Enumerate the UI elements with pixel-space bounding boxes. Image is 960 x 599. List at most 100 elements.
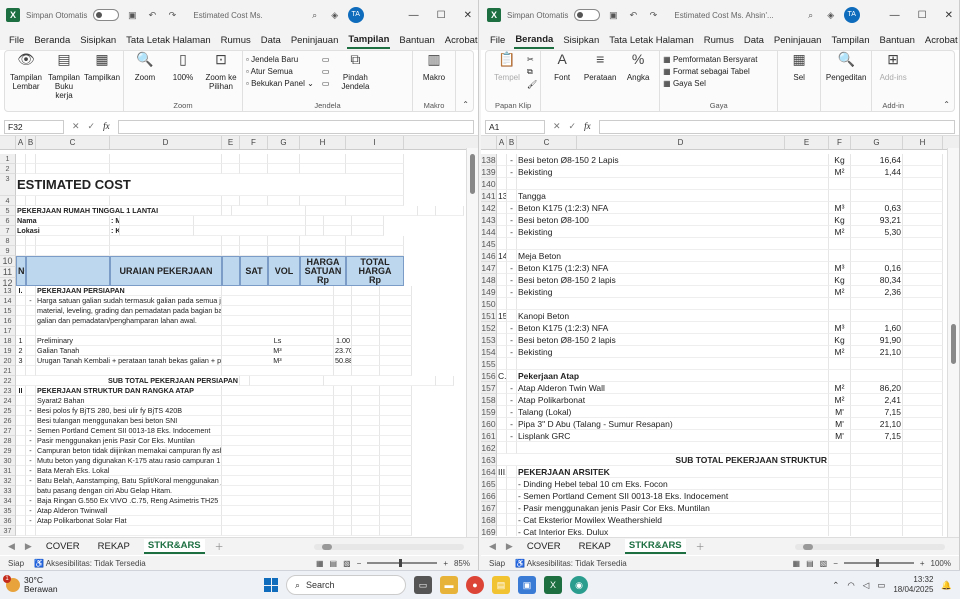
cell[interactable]: [26, 154, 36, 164]
cell[interactable]: [903, 454, 943, 466]
zoom-level[interactable]: 100%: [931, 559, 951, 568]
cell[interactable]: [903, 382, 943, 394]
cell[interactable]: Galian Tanah: [36, 346, 222, 356]
row-number[interactable]: 144: [481, 226, 497, 238]
freeze-panes-button[interactable]: ▫ Bekukan Panel ⌄: [246, 79, 314, 88]
cell[interactable]: [851, 478, 903, 490]
cell[interactable]: [352, 486, 380, 496]
cell[interactable]: [16, 476, 26, 486]
cell[interactable]: [507, 238, 517, 250]
zoom-in-icon[interactable]: +: [920, 559, 925, 568]
cell[interactable]: [268, 236, 300, 246]
cell[interactable]: [352, 396, 380, 406]
sheet-view-button[interactable]: 👁 Tampilan Lembar: [8, 52, 44, 109]
column-header[interactable]: B: [26, 136, 36, 149]
cell[interactable]: [497, 322, 507, 334]
alignment-button[interactable]: ≡ Perataan: [582, 52, 618, 109]
page-break-icon[interactable]: ▧: [343, 559, 351, 568]
cell[interactable]: [497, 346, 507, 358]
column-header[interactable]: G: [851, 136, 903, 149]
ribbon-tab-file[interactable]: File: [489, 33, 506, 48]
cell[interactable]: [903, 466, 943, 478]
cell[interactable]: [26, 386, 36, 396]
cell[interactable]: [268, 164, 300, 174]
column-header[interactable]: G: [268, 136, 300, 149]
cell[interactable]: [334, 396, 352, 406]
cell[interactable]: [352, 336, 380, 346]
cell[interactable]: [26, 356, 36, 366]
row-number[interactable]: 28: [0, 436, 16, 446]
vertical-scrollbar[interactable]: [466, 148, 478, 538]
number-button[interactable]: % Angka: [620, 52, 656, 109]
cell[interactable]: [851, 454, 903, 466]
row-number[interactable]: 17: [0, 326, 16, 336]
cell[interactable]: 0,63: [851, 202, 903, 214]
column-header[interactable]: C: [517, 136, 577, 149]
zoom-out-icon[interactable]: −: [833, 559, 838, 568]
cell[interactable]: [16, 396, 26, 406]
cell[interactable]: [324, 216, 352, 226]
cell[interactable]: -: [507, 394, 517, 406]
cell[interactable]: [240, 154, 268, 164]
cell[interactable]: [16, 466, 26, 476]
cell[interactable]: [16, 526, 26, 536]
cell[interactable]: [222, 366, 334, 376]
cell[interactable]: [418, 206, 436, 216]
row-number[interactable]: 161: [481, 430, 497, 442]
cell[interactable]: - Semen Portland Cement SII 0013-18 Eks.…: [517, 490, 829, 502]
cell[interactable]: [16, 306, 26, 316]
cell[interactable]: [497, 166, 507, 178]
column-header[interactable]: F: [829, 136, 851, 149]
row-number[interactable]: 7: [0, 226, 16, 236]
cell[interactable]: M²: [829, 382, 851, 394]
add-sheet-icon[interactable]: ＋: [215, 540, 224, 553]
cell[interactable]: [26, 196, 36, 206]
cell[interactable]: Beton K175 (1:2:3) NFA: [517, 322, 829, 334]
scroll-thumb[interactable]: [951, 324, 956, 364]
ribbon-tab-tata-letak-halaman[interactable]: Tata Letak Halaman: [125, 33, 212, 48]
cell[interactable]: [380, 436, 412, 446]
cell[interactable]: 86,20: [851, 382, 903, 394]
cell[interactable]: II: [16, 386, 26, 396]
explorer-icon[interactable]: ▤: [492, 576, 510, 594]
minimize-icon[interactable]: —: [409, 10, 419, 21]
row-number[interactable]: 23: [0, 386, 16, 396]
cell[interactable]: [300, 236, 346, 246]
row-number[interactable]: 160: [481, 418, 497, 430]
row-number[interactable]: 21: [0, 366, 16, 376]
cell[interactable]: [16, 406, 26, 416]
undo-icon[interactable]: ↶: [145, 8, 159, 22]
cell[interactable]: batu pasang dengan ciri Abu Gelap Hitam.: [36, 486, 222, 496]
cell[interactable]: [829, 238, 851, 250]
cell[interactable]: Atap Alderon Twinwall: [36, 506, 222, 516]
enter-icon[interactable]: ✓: [569, 121, 577, 132]
cell[interactable]: [26, 416, 36, 426]
cell[interactable]: [517, 178, 829, 190]
cell[interactable]: [222, 306, 334, 316]
cell[interactable]: [903, 202, 943, 214]
cell[interactable]: -: [507, 202, 517, 214]
cell[interactable]: Syarat2 Bahan: [36, 396, 222, 406]
cell[interactable]: [903, 310, 943, 322]
maximize-icon[interactable]: ☐: [918, 10, 927, 21]
cell[interactable]: [352, 346, 380, 356]
cell[interactable]: [16, 296, 26, 306]
close-icon[interactable]: ✕: [464, 10, 472, 21]
cell[interactable]: [334, 326, 352, 336]
cell[interactable]: -: [26, 456, 36, 466]
cell[interactable]: [829, 250, 851, 262]
cell[interactable]: [903, 370, 943, 382]
cell[interactable]: Kg: [829, 214, 851, 226]
cell[interactable]: [16, 496, 26, 506]
cell[interactable]: [110, 196, 222, 206]
cell[interactable]: [26, 286, 36, 296]
cell[interactable]: [497, 334, 507, 346]
row-number[interactable]: 1: [0, 154, 16, 164]
sheet-tab[interactable]: STKR&ARS: [624, 539, 686, 554]
cell[interactable]: 15: [497, 310, 507, 322]
formula-input[interactable]: [598, 119, 955, 134]
cell[interactable]: [507, 310, 517, 322]
workbook-view-button[interactable]: ▤ Tampilan Buku kerja: [46, 52, 82, 109]
cell[interactable]: [903, 226, 943, 238]
cancel-icon[interactable]: ✕: [553, 121, 561, 132]
